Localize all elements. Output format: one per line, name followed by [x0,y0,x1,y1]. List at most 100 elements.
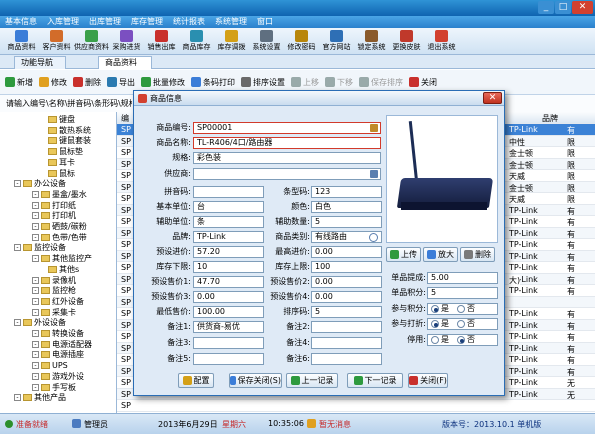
tree-expander-icon[interactable]: - [32,223,39,230]
tree-expander-icon[interactable]: - [32,201,39,209]
tree-item-23[interactable]: - UPS [32,361,68,371]
close-window-button[interactable]: ✕ [572,1,593,14]
tree-expander-icon[interactable]: - [32,287,39,295]
menu-item-5[interactable]: 系统管理 [210,16,252,28]
prev-button[interactable]: 上一记录 [286,373,338,388]
tree-item-13[interactable]: - 其他监控产 [32,254,92,264]
table-row[interactable]: SP [117,400,595,412]
max_purchase-field[interactable]: 0.00 [311,246,382,258]
tree-expander-icon[interactable]: - [32,297,39,305]
tree-item-6[interactable]: - 办公设备 [14,179,66,189]
sort-field[interactable]: 5 [311,306,382,318]
tree-item-25[interactable]: - 手写板 [32,383,76,393]
join-discount-yes-radio[interactable] [431,320,439,328]
points-field[interactable]: 5 [427,287,498,299]
menu-item-6[interactable]: 窗口 [252,16,278,28]
remind-field[interactable]: 5.00 [427,272,498,284]
toolbar-button-4[interactable]: 销售出库 [144,28,179,54]
disable-yes-radio[interactable] [431,336,439,344]
toolbar-button-9[interactable]: 官方网站 [319,28,354,54]
subtool-button-1[interactable]: 修改 [39,77,67,88]
toolbar-button-11[interactable]: 更换皮肤 [389,28,424,54]
tree-item-0[interactable]: 键盘 [48,115,75,125]
tree-item-24[interactable]: - 游戏外设 [32,372,84,382]
toolbar-button-10[interactable]: 锁定系统 [354,28,389,54]
join-points-no-radio[interactable] [457,305,465,313]
toolbar-button-8[interactable]: 修改密码 [284,28,319,54]
config-button[interactable]: 配置 [178,373,214,388]
join-discount-no-radio[interactable] [457,320,465,328]
next-button[interactable]: 下一记录 [347,373,403,388]
note6-field[interactable] [311,353,382,365]
join-points-radio-group[interactable]: 是否 [427,303,498,315]
brand-field[interactable]: TP-Link [193,231,264,243]
subtool-button-10[interactable]: 关闭 [409,77,437,88]
minimize-button[interactable]: _ [538,1,554,14]
tree-item-2[interactable]: 键鼠套装 [48,136,91,146]
tree-expander-icon[interactable]: - [32,383,39,391]
join-discount-radio-group[interactable]: 是否 [427,318,498,330]
category-search-icon[interactable] [369,233,378,242]
edit-code-icon[interactable] [370,124,378,132]
maximize-button[interactable]: □ [555,1,571,14]
tree-expander-icon[interactable]: - [14,180,21,188]
tree-item-19[interactable]: - 外设设备 [14,318,66,328]
tree-item-21[interactable]: - 电源适配器 [32,340,92,350]
tree-item-18[interactable]: - 采集卡 [32,308,76,318]
tab-nav[interactable]: 功能导航 [14,56,66,69]
stock_min-field[interactable]: 10 [193,261,264,273]
tree-item-10[interactable]: - 硒鼓/碳粉 [32,222,87,232]
toolbar-button-0[interactable]: 商品资料 [4,28,39,54]
tree-expander-icon[interactable]: - [14,319,21,327]
note4-field[interactable] [311,337,382,349]
subtool-button-9[interactable]: 保存排序 [359,77,403,88]
aux_unit-field[interactable]: 条 [193,216,264,228]
subtool-button-4[interactable]: 批量修改 [141,77,185,88]
tree-item-9[interactable]: - 打印机 [32,211,76,221]
aux_qty-field[interactable]: 5 [311,216,382,228]
tree-item-3[interactable]: 鼠标垫 [48,147,83,157]
subtool-button-7[interactable]: 上移 [291,77,319,88]
tab-product[interactable]: 商品资料 [98,56,152,69]
subtool-button-8[interactable]: 下移 [325,77,353,88]
category-tree[interactable]: 键盘 散热系统 键鼠套装 鼠标垫 耳卡 鼠标 - 办公设备 - 墨盒/墨水 - 打印纸 - 打印机 - 硒鼓/… [0,112,117,413]
tree-item-11[interactable]: - 色带/色带 [32,233,87,243]
tree-expander-icon[interactable]: - [32,330,39,337]
tree-expander-icon[interactable]: - [32,362,39,370]
menu-item-2[interactable]: 出库管理 [84,16,126,28]
stock_max-field[interactable]: 100 [311,261,382,273]
dialog-close-button[interactable]: ✕ [483,92,502,104]
tree-item-22[interactable]: - 电源插座 [32,350,84,360]
tree-item-14[interactable]: 其他s [48,265,79,275]
subtool-button-0[interactable]: 新增 [5,77,33,88]
status-msg[interactable]: 暂无消息 [319,419,351,430]
note5-field[interactable] [193,353,264,365]
tree-expander-icon[interactable]: - [32,255,39,263]
min_price-field[interactable]: 100.00 [193,306,264,318]
name-field[interactable]: TL-R406/4口/路由器 [193,137,381,149]
tree-expander-icon[interactable]: - [14,244,21,252]
toolbar-button-2[interactable]: 供应商资料 [74,28,109,54]
toolbar-button-3[interactable]: 采购进货 [109,28,144,54]
subtool-button-6[interactable]: 排序设置 [241,77,285,88]
tree-item-5[interactable]: 鼠标 [48,169,75,179]
note3-field[interactable] [193,337,264,349]
tree-item-20[interactable]: - 转换设备 [32,329,84,339]
tree-expander-icon[interactable]: - [32,233,39,241]
toolbar-button-1[interactable]: 客户资料 [39,28,74,54]
code-field[interactable]: SP00001 [193,122,381,134]
tree-expander-icon[interactable]: - [32,351,39,359]
tree-item-15[interactable]: - 录像机 [32,276,76,286]
tree-expander-icon[interactable]: - [32,212,39,220]
tree-item-8[interactable]: - 打印纸 [32,201,76,211]
tree-expander-icon[interactable]: - [32,276,39,284]
menu-item-0[interactable]: 基本信息 [0,16,42,28]
sale3-field[interactable]: 0.00 [193,291,264,303]
subtool-button-2[interactable]: 删除 [73,77,101,88]
tree-expander-icon[interactable]: - [32,372,39,380]
color-field[interactable]: 白色 [311,201,382,213]
subtool-button-3[interactable]: 导出 [107,77,135,88]
toolbar-button-7[interactable]: 系统设置 [249,28,284,54]
purchase-field[interactable]: 57.20 [193,246,264,258]
tree-item-26[interactable]: - 其他产品 [14,393,66,403]
